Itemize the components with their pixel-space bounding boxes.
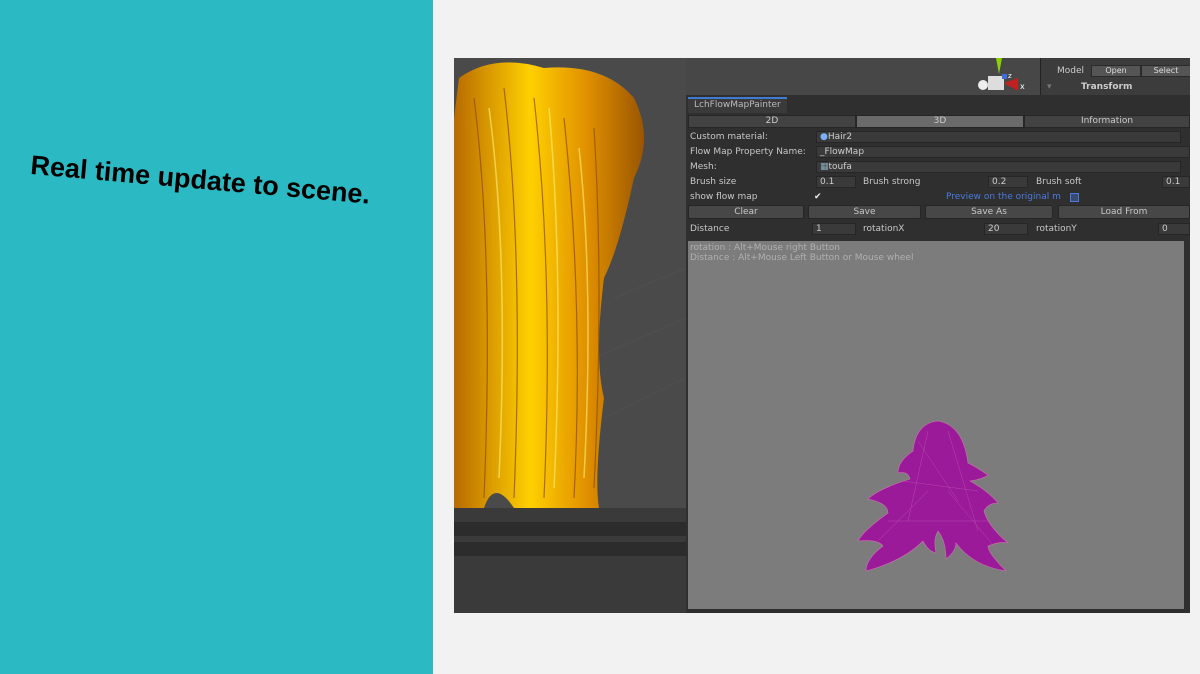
transform-label[interactable]: Transform — [1081, 82, 1132, 92]
inspector-panel: Model Open Select ▾ Transform — [1040, 58, 1190, 95]
brush-strong-input[interactable]: 0.2 — [988, 176, 1028, 188]
model-label: Model — [1057, 66, 1085, 76]
material-sphere-icon: ● — [820, 132, 828, 142]
scene-view[interactable] — [454, 58, 687, 508]
gizmo-x-label: x — [1020, 82, 1025, 91]
mesh-value: toufa — [828, 162, 852, 172]
scene-bottom-bar — [454, 508, 686, 613]
brush-strong-label: Brush strong — [863, 177, 921, 187]
flow-map-property-label: Flow Map Property Name: — [690, 147, 806, 157]
brush-soft-label: Brush soft — [1036, 177, 1082, 187]
brush-size-label: Brush size — [690, 177, 737, 187]
save-as-button[interactable]: Save As — [925, 205, 1053, 219]
rotationx-input[interactable]: 20 — [984, 223, 1028, 235]
select-button[interactable]: Select — [1141, 65, 1190, 77]
preview-original-checkbox[interactable] — [1070, 193, 1079, 202]
foldout-arrow-icon[interactable]: ▾ — [1047, 82, 1052, 92]
hair-model — [454, 62, 687, 508]
unity-editor-screenshot: x z Model Open Select ▾ Transform LchFlo… — [454, 58, 1190, 613]
mesh-preview-viewport[interactable]: rotation : Alt+Mouse right Button Distan… — [688, 241, 1184, 609]
rotationx-label: rotationX — [863, 224, 905, 234]
custom-material-field[interactable]: ●Hair2 — [816, 131, 1181, 143]
show-flow-map-checkbox[interactable]: ✔ — [814, 190, 822, 204]
show-flow-map-label: show flow map — [690, 192, 758, 202]
tab-2d[interactable]: 2D — [688, 115, 856, 128]
brush-soft-input[interactable]: 0.1 — [1162, 176, 1190, 188]
open-button[interactable]: Open — [1091, 65, 1141, 77]
save-button[interactable]: Save — [808, 205, 921, 219]
distance-label: Distance — [690, 224, 730, 234]
tab-3d[interactable]: 3D — [856, 115, 1024, 128]
mesh-icon: ▦ — [820, 162, 829, 172]
mode-toolbar: 2D 3D Information — [686, 115, 1190, 129]
scene-gizmo-icon[interactable]: x z — [968, 58, 1048, 95]
mesh-label: Mesh: — [690, 162, 717, 172]
load-from-button[interactable]: Load From — [1058, 205, 1190, 219]
window-tab[interactable]: LchFlowMapPainter — [688, 97, 787, 113]
custom-material-label: Custom material: — [690, 132, 768, 142]
custom-material-value: Hair2 — [827, 132, 853, 142]
clear-button[interactable]: Clear — [688, 205, 804, 219]
distance-input[interactable]: 1 — [812, 223, 856, 235]
tab-information[interactable]: Information — [1024, 115, 1190, 128]
flow-map-property-input[interactable]: _FlowMap — [816, 146, 1190, 158]
slide-caption: Real time update to scene. — [29, 150, 372, 210]
rotationy-input[interactable]: 0 — [1158, 223, 1190, 235]
slide-left-panel: Real time update to scene. — [0, 0, 433, 674]
brush-size-input[interactable]: 0.1 — [816, 176, 856, 188]
gizmo-z-label: z — [1008, 72, 1012, 80]
flowmap-painter-window: LchFlowMapPainter 2D 3D Information Cust… — [686, 95, 1190, 613]
preview-original-label: Preview on the original m — [946, 192, 1061, 202]
flow-map-mesh — [857, 420, 1009, 572]
rotationy-label: rotationY — [1036, 224, 1077, 234]
mesh-field[interactable]: ▦toufa — [816, 161, 1181, 173]
